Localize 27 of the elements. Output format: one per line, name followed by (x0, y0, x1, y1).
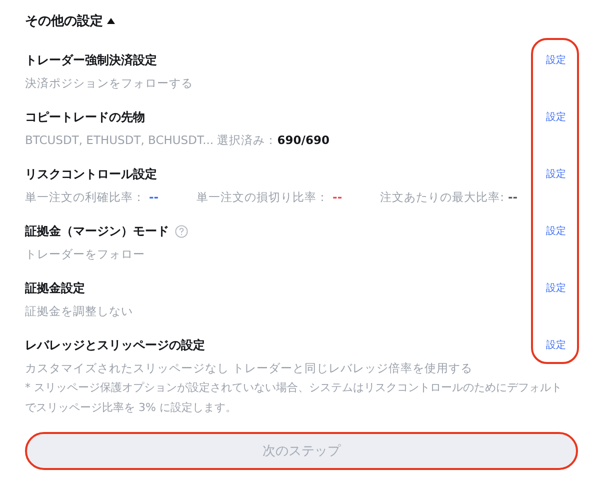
setting-title: 証拠金設定 (25, 280, 85, 296)
setting-title: リスクコントロール設定 (25, 166, 157, 182)
settings-link[interactable]: 設定 (546, 224, 566, 238)
settings-link[interactable]: 設定 (546, 281, 566, 295)
settings-link[interactable]: 設定 (546, 167, 566, 181)
ratio-label: 注文あたりの最大比率: (380, 190, 504, 204)
setting-title: 証拠金（マージン）モード (25, 222, 169, 240)
section-title: その他の設定 (25, 12, 103, 30)
ratio-value: -- (508, 190, 518, 204)
setting-description: トレーダーをフォロー (25, 246, 146, 263)
ratio-label: 単一注文の損切り比率： (196, 190, 329, 204)
settings-link[interactable]: 設定 (546, 53, 566, 67)
ratio-label: 単一注文の利確比率： (25, 190, 145, 204)
setting-description: 決済ポジションをフォローする (25, 75, 194, 92)
caret-icon[interactable] (107, 18, 115, 24)
ratio-value: -- (332, 190, 342, 204)
setting-description: カスタマイズされたスリッページなし トレーダーと同じレバレッジ倍率を使用する (25, 360, 474, 377)
setting-description: 証拠金を調整しない (25, 303, 134, 320)
setting-title: レバレッジとスリッページの設定 (25, 336, 205, 354)
setting-note: * スリッページ保護オプションが設定されていない場合、システムはリスクコントロールのためにデフォルトでスリッページ比率を 3% に設定します。 (25, 380, 563, 416)
ratio-value: -- (149, 190, 159, 204)
setting-title: トレーダー強制決済設定 (25, 52, 157, 68)
settings-link[interactable]: 設定 (546, 110, 566, 124)
selected-count: 690/690 (277, 133, 330, 147)
settings-link[interactable]: 設定 (546, 338, 566, 352)
setting-title: コピートレードの先物 (25, 108, 145, 126)
symbol-list: BTCUSDT, ETHUSDT, BCHUSDT... 選択済み： (25, 133, 278, 147)
